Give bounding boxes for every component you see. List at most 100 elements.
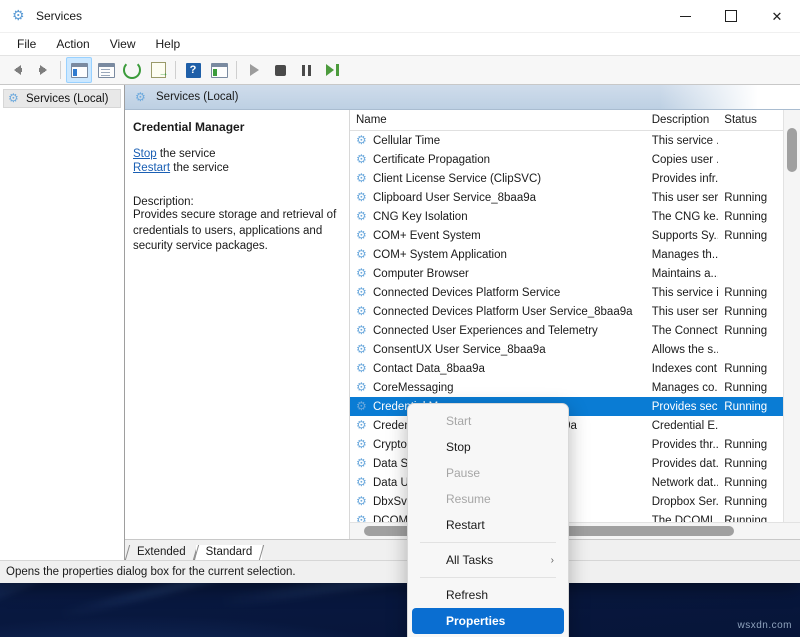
stop-service-suffix: the service [157, 148, 216, 160]
forward-button[interactable] [31, 58, 55, 82]
cell-name: ⚙ CoreMessaging [350, 381, 646, 394]
menu-item-label: Resume [446, 492, 491, 506]
table-row[interactable]: ⚙ Client License Service (ClipSVC) Provide… [350, 169, 783, 188]
refresh-button[interactable] [120, 58, 144, 82]
menu-item-label: Pause [446, 466, 480, 480]
menu-file[interactable]: File [8, 35, 45, 53]
cell-name: ⚙COM+ Event System [350, 229, 646, 242]
menu-help[interactable]: Help [147, 35, 190, 53]
cell-description: The CNG ke... [646, 211, 719, 223]
tab-extended[interactable]: Extended [127, 545, 196, 560]
table-row[interactable]: ⚙CNG Key IsolationThe CNG ke...Running [350, 207, 783, 226]
cell-description: Provides dat... [646, 458, 719, 470]
gear-icon: ⚙ [356, 381, 369, 394]
table-row[interactable]: ⚙COM+ Event SystemSupports Sy...Running [350, 226, 783, 245]
help-button[interactable]: ? [181, 58, 205, 82]
forward-arrow-icon [40, 65, 47, 75]
vertical-scrollbar-thumb[interactable] [787, 128, 797, 172]
table-row[interactable]: ⚙Computer BrowserMaintains a... [350, 264, 783, 283]
cell-name: ⚙Cellular Time [350, 134, 646, 147]
cell-description: Dropbox Ser... [646, 496, 719, 508]
column-header-name[interactable]: Name [350, 114, 646, 126]
gear-icon: ⚙ [356, 343, 369, 356]
table-row[interactable]: ⚙Connected Devices Platform ServiceThis … [350, 283, 783, 302]
restart-service-button[interactable] [320, 58, 344, 82]
menu-action[interactable]: Action [47, 35, 98, 53]
restart-service-link[interactable]: Restart [133, 162, 170, 174]
service-name-label: Client License Service (ClipSVC) [373, 173, 541, 185]
cell-name: ⚙CNG Key Isolation [350, 210, 646, 223]
console-tree-icon [71, 63, 88, 78]
table-row[interactable]: ⚙Contact Data_8baa9aIndexes cont...Runni… [350, 359, 783, 378]
menu-view[interactable]: View [101, 35, 145, 53]
gear-icon: ⚙ [356, 400, 369, 413]
gear-icon: ⚙ [356, 153, 369, 166]
menu-item-stop[interactable]: Stop [412, 434, 564, 460]
menu-item-refresh[interactable]: Refresh [412, 582, 564, 608]
table-row[interactable]: ⚙Connected Devices Platform User Service… [350, 302, 783, 321]
back-arrow-icon [14, 65, 21, 75]
service-name-label: ConsentUX User Service_8baa9a [373, 344, 546, 356]
maximize-button[interactable] [708, 0, 754, 32]
table-row[interactable]: ⚙CoreMessagingManages co...Running [350, 378, 783, 397]
table-row[interactable]: ⚙COM+ System ApplicationManages th... [350, 245, 783, 264]
toolbar-separator [236, 61, 237, 79]
column-header-description[interactable]: Description [646, 114, 719, 126]
service-name-label: CoreMessaging [373, 382, 454, 394]
close-button[interactable]: ✕ [754, 0, 800, 32]
show-action-pane-button[interactable] [207, 58, 231, 82]
table-row[interactable]: ⚙Clipboard User Service_8baa9aThis user … [350, 188, 783, 207]
cell-description: Allows the s... [646, 344, 719, 356]
tab-standard[interactable]: Standard [196, 545, 263, 560]
gear-icon: ⚙ [356, 172, 369, 185]
cell-status: Running [718, 496, 783, 508]
cell-description: Network dat... [646, 477, 719, 489]
properties-button[interactable] [94, 58, 118, 82]
gear-icon: ⚙ [356, 267, 369, 280]
tree-item-label: Services (Local) [26, 93, 108, 105]
column-header-status[interactable]: Status [718, 114, 783, 126]
pane-header: ⚙ Services (Local) [125, 85, 800, 110]
cell-description: Indexes cont... [646, 363, 719, 375]
stop-service-button[interactable] [268, 58, 292, 82]
menu-item-label: Start [446, 414, 471, 428]
back-button[interactable] [5, 58, 29, 82]
table-row[interactable]: ⚙Cellular TimeThis service ... [350, 131, 783, 150]
menu-item-properties[interactable]: Properties [412, 608, 564, 634]
cell-description: Maintains a... [646, 268, 719, 280]
gear-icon: ⚙ [8, 92, 21, 105]
minimize-button[interactable] [662, 0, 708, 32]
tree-item-services-local[interactable]: ⚙ Services (Local) [3, 89, 121, 108]
services-window: ⚙ Services ✕ File Action View Help ? [0, 0, 800, 583]
gear-icon: ⚙ [356, 210, 369, 223]
stop-icon [275, 65, 286, 76]
table-row[interactable]: ⚙Certificate PropagationCopies user ... [350, 150, 783, 169]
watermark: wsxdn.com [737, 620, 792, 631]
menu-item-start: Start [412, 408, 564, 434]
play-icon [250, 64, 259, 76]
menu-item-resume: Resume [412, 486, 564, 512]
cell-status: Running [718, 439, 783, 451]
pause-service-button[interactable] [294, 58, 318, 82]
cell-description: Supports Sy... [646, 230, 719, 242]
menu-item-restart[interactable]: Restart [412, 512, 564, 538]
table-row[interactable]: ⚙Connected User Experiences and Telemetr… [350, 321, 783, 340]
stop-service-link[interactable]: Stop [133, 148, 157, 160]
restart-service-line: Restart the service [133, 162, 339, 174]
table-row[interactable]: ⚙ ConsentUX User Service_8baa9a Allows the… [350, 340, 783, 359]
gear-icon: ⚙ [356, 514, 369, 522]
service-name-label: COM+ System Application [373, 249, 507, 261]
gear-icon: ⚙ [356, 286, 369, 299]
cell-description: Provides infr... [646, 173, 719, 185]
cell-status: Running [718, 287, 783, 299]
pause-icon [301, 65, 312, 76]
export-list-button[interactable] [146, 58, 170, 82]
start-service-button[interactable] [242, 58, 266, 82]
menu-item-all-tasks[interactable]: All Tasks› [412, 547, 564, 573]
show-hide-tree-button[interactable] [66, 57, 92, 83]
cell-name: ⚙Connected Devices Platform User Service… [350, 305, 646, 318]
action-pane-icon [211, 63, 228, 78]
gear-icon: ⚙ [356, 305, 369, 318]
window-title: Services [36, 9, 82, 23]
vertical-scrollbar[interactable] [783, 110, 800, 522]
